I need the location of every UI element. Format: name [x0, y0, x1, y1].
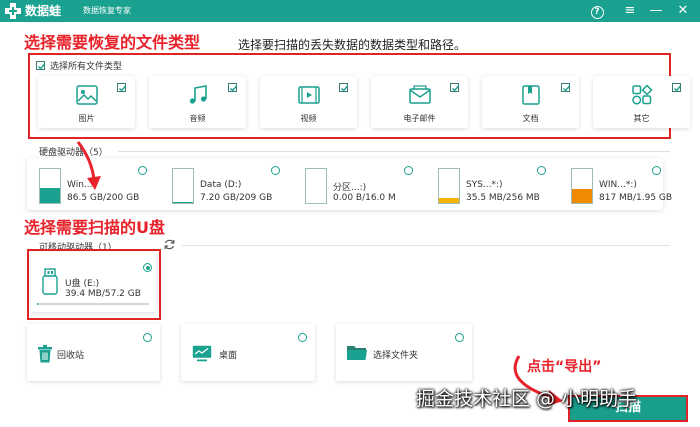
watermark-text: 掘金技术社区 @ 小明助手	[416, 388, 638, 410]
refresh-icon[interactable]	[163, 238, 176, 251]
usb-usage-bar	[37, 303, 149, 305]
file-type-other[interactable]: 其它	[593, 76, 690, 128]
help-icon: ?	[590, 6, 604, 19]
usb-drive-name: U盘 (E:)	[65, 279, 100, 289]
file-type-label: 图片	[78, 114, 95, 123]
place-label: 桌面	[219, 351, 238, 361]
usb-drive-icon	[42, 268, 58, 295]
usb-drive-size: 39.4 MB/57.2 GB	[65, 289, 141, 299]
app-subtitle: 数据恢复专家	[83, 6, 131, 15]
file-type-audio[interactable]: 音频	[149, 76, 246, 128]
drive-radio[interactable]	[537, 166, 546, 175]
drive-usage-fill	[40, 188, 60, 203]
title-bar: 数据蛙 数据恢复专家 ? ≡ — ✕	[0, 0, 700, 22]
drive-sys-icon	[438, 168, 460, 204]
drive-size: 35.5 MB/256 MB	[466, 193, 540, 203]
select-all-file-types[interactable]: 选择所有文件类型	[36, 59, 122, 72]
usb-drive-e[interactable]: U盘 (E:) 39.4 MB/57.2 GB	[31, 252, 156, 312]
place-radio[interactable]	[143, 333, 152, 342]
drive-usage-fill	[572, 189, 592, 203]
close-button[interactable]: ✕	[674, 2, 692, 20]
file-type-image[interactable]: 图片	[38, 76, 135, 128]
file-type-video[interactable]: 视频	[260, 76, 357, 128]
file-type-label: 视频	[300, 114, 317, 123]
help-button[interactable]: ?	[588, 2, 606, 20]
usb-usage-fill	[37, 303, 39, 305]
document-icon	[521, 85, 540, 105]
drive-c-icon	[39, 168, 61, 204]
file-type-label: 其它	[633, 114, 650, 123]
drive-size: 0.00 B/16.0 M	[333, 193, 396, 203]
other-icon	[631, 84, 653, 105]
place-label: 回收站	[57, 351, 85, 361]
divider	[182, 245, 670, 246]
app-logo-icon	[5, 3, 21, 19]
place-desktop[interactable]: 桌面	[181, 324, 315, 381]
file-type-email[interactable]: 电子邮件	[371, 76, 468, 128]
drive-size: 817 MB/1.95 GB	[599, 193, 673, 203]
document-checkbox[interactable]	[561, 83, 571, 92]
select-all-label: 选择所有文件类型	[50, 62, 123, 72]
drive-radio[interactable]	[138, 166, 147, 175]
drive-win[interactable]: WIN...*:) 817 MB/1.95 GB	[559, 164, 679, 204]
file-type-label: 音频	[189, 114, 206, 123]
other-checkbox[interactable]	[672, 83, 682, 92]
annotation-step3: 点击“导出”	[527, 359, 602, 375]
place-choose-folder[interactable]: 选择文件夹	[336, 324, 472, 381]
drive-radio[interactable]	[404, 166, 413, 175]
usb-drive-radio[interactable]	[143, 263, 152, 272]
file-type-label: 电子邮件	[403, 114, 436, 123]
drive-usage-fill	[173, 201, 193, 203]
place-radio[interactable]	[455, 333, 464, 342]
drive-size: 7.20 GB/209 GB	[200, 193, 273, 203]
place-label: 选择文件夹	[373, 351, 419, 361]
menu-button[interactable]: ≡	[621, 2, 639, 20]
drive-sys[interactable]: SYS...*:) 35.5 MB/256 MB	[426, 164, 546, 204]
minimize-button[interactable]: —	[647, 2, 665, 20]
annotation-step2: 选择需要扫描的U盘	[24, 218, 165, 237]
email-checkbox[interactable]	[450, 83, 460, 92]
file-type-label: 文档	[522, 114, 539, 123]
audio-checkbox[interactable]	[228, 83, 238, 92]
annotation-step1: 选择需要恢复的文件类型	[24, 33, 201, 52]
drive-win-icon	[571, 168, 593, 204]
instruction-text: 选择要扫描的丢失数据的数据类型和路径。	[238, 38, 467, 52]
file-type-document[interactable]: 文档	[482, 76, 579, 128]
video-checkbox[interactable]	[339, 83, 349, 92]
image-checkbox[interactable]	[117, 83, 127, 92]
desktop-icon	[192, 345, 212, 362]
drive-partition-icon	[305, 168, 327, 204]
drive-name: 分区...:)	[333, 183, 367, 193]
app-name: 数据蛙	[25, 4, 62, 18]
select-all-checkbox[interactable]	[36, 61, 46, 70]
folder-icon	[347, 346, 367, 360]
video-icon	[297, 86, 320, 104]
drive-d[interactable]: Data (D:) 7.20 GB/209 GB	[160, 164, 280, 204]
drive-name: WIN...*:)	[599, 180, 637, 190]
file-type-tiles: 图片 音频 视频 电子邮件 文档 其它	[38, 76, 690, 128]
place-radio[interactable]	[298, 333, 307, 342]
hard-drives-panel: Win...: 86.5 GB/200 GB Data (D:) 7.20 GB…	[27, 158, 672, 210]
place-recycle-bin[interactable]: 回收站	[27, 324, 160, 381]
image-icon	[75, 85, 98, 105]
drive-usage-fill	[439, 198, 459, 203]
music-icon	[189, 85, 207, 104]
drive-name: SYS...*:)	[466, 180, 503, 190]
email-icon	[408, 85, 431, 104]
drive-name: Data (D:)	[200, 180, 242, 190]
recycle-bin-icon	[38, 345, 52, 363]
drive-partition[interactable]: 分区...:) 0.00 B/16.0 M	[293, 164, 413, 204]
drive-radio[interactable]	[652, 166, 661, 175]
drive-d-icon	[172, 168, 194, 204]
drive-radio[interactable]	[271, 166, 280, 175]
divider	[118, 151, 670, 152]
annotation-arrow-1	[76, 141, 101, 190]
